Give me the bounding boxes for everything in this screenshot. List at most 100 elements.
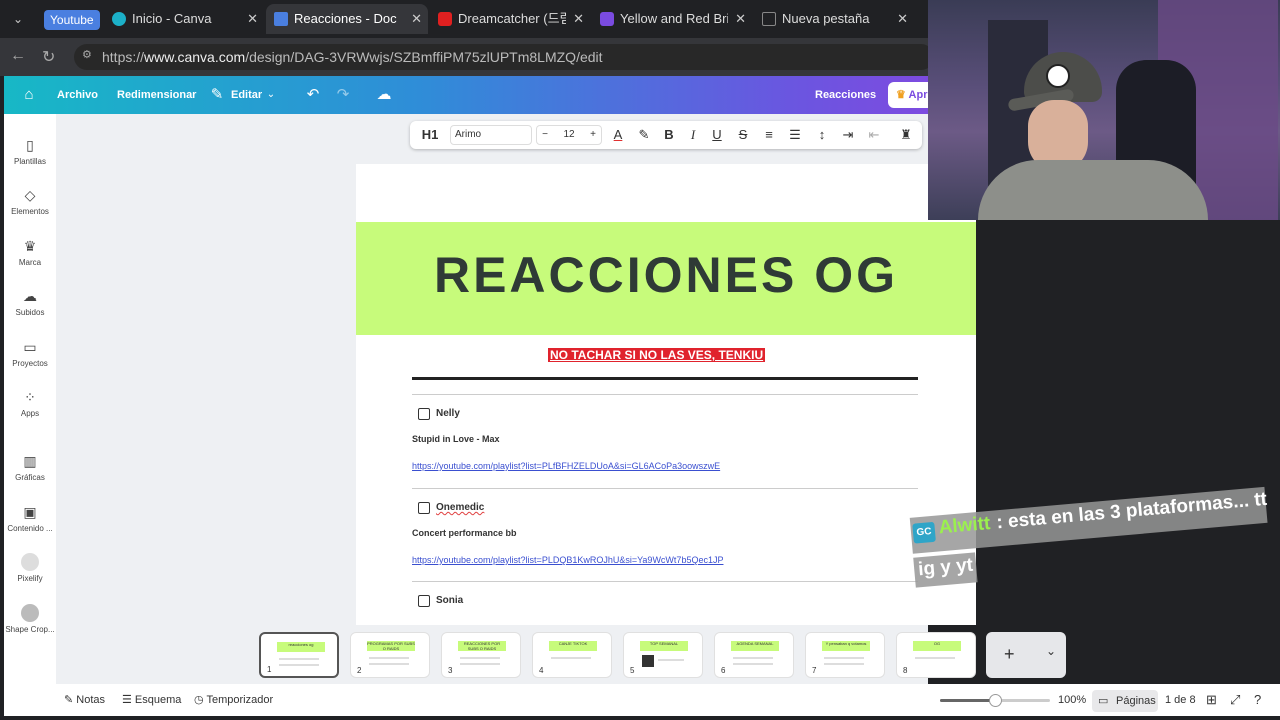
page-count: 1 de 8 <box>1165 694 1196 706</box>
sidebar-item-subidos[interactable]: ☁ Subidos <box>4 275 56 323</box>
font-size-value[interactable]: 12 <box>563 129 574 140</box>
webcam-overlay <box>928 0 1280 220</box>
page-thumb-8[interactable]: OG 8 <box>896 632 976 678</box>
close-tab-icon[interactable]: ✕ <box>735 4 746 34</box>
sidebar-item-marca[interactable]: ♛ Marca <box>4 225 56 273</box>
entry-name[interactable]: Onemedic <box>436 502 484 513</box>
tab-dreamcatcher[interactable]: Dreamcatcher (드림캐 ✕ <box>430 4 590 34</box>
apps-icon: ⁘ <box>24 389 36 405</box>
thumb-line <box>369 663 409 665</box>
pages-button[interactable]: ▭ Páginas <box>1092 690 1158 712</box>
checkbox[interactable] <box>418 595 430 607</box>
menu-redimensionar[interactable]: Redimensionar <box>117 76 196 114</box>
menu-archivo[interactable]: Archivo <box>57 76 98 114</box>
thumb-line <box>824 663 864 665</box>
page-thumb-4[interactable]: CANJE TIKTOK 4 <box>532 632 612 678</box>
divider <box>412 488 918 489</box>
text-color-icon[interactable]: A <box>608 121 628 149</box>
thumb-line <box>369 657 409 659</box>
page-thumb-2[interactable]: PROGRAMAS POR SUBS O RAIDS 2 <box>350 632 430 678</box>
close-tab-icon[interactable]: ✕ <box>247 4 258 34</box>
chevron-down-icon[interactable]: ⌄ <box>262 86 280 104</box>
tab-yellow-red[interactable]: Yellow and Red Bright ✕ <box>592 4 752 34</box>
sidebar-item-elementos[interactable]: ◇ Elementos <box>4 174 56 222</box>
home-icon[interactable]: ⌂ <box>20 86 38 104</box>
checkbox[interactable] <box>418 408 430 420</box>
site-info-icon[interactable]: ⚙ <box>82 48 94 64</box>
zoom-slider[interactable] <box>940 694 1050 707</box>
checkbox[interactable] <box>418 502 430 514</box>
thumb-line <box>460 657 500 659</box>
tab-search-icon[interactable]: ⌄ <box>6 8 30 30</box>
line-spacing-icon[interactable]: ↕ <box>812 121 832 149</box>
decrease-size-button[interactable]: − <box>537 126 553 144</box>
back-icon[interactable]: ← <box>10 47 26 65</box>
sidebar-item-apps[interactable]: ⁘ Apps <box>4 376 56 424</box>
sidebar-item-plantillas[interactable]: ▯ Plantillas <box>4 124 56 172</box>
add-page-button[interactable]: + ⌄ <box>986 632 1066 678</box>
canva-pro-button[interactable]: ♛ Apr <box>888 82 928 108</box>
entry-link[interactable]: https://youtube.com/playlist?list=PLDQB1… <box>412 555 723 565</box>
notes-button[interactable]: ✎ Notas <box>64 684 105 716</box>
divider <box>412 377 918 380</box>
close-tab-icon[interactable]: ✕ <box>411 4 422 34</box>
grid-view-icon[interactable]: ⊞ <box>1206 684 1217 716</box>
bullet-list-icon[interactable]: ☰ <box>786 121 804 149</box>
document-page[interactable]: REACCIONES OG NO TACHAR SI NO LAS VES, T… <box>356 164 976 625</box>
entry-name[interactable]: Nelly <box>436 408 460 419</box>
canva-header: ⌂ Archivo Redimensionar ✎ Editar ⌄ ↶ ↷ ☁… <box>4 76 928 114</box>
align-left-icon[interactable]: ≡ <box>760 121 778 149</box>
outline-button[interactable]: ☰ Esquema <box>122 684 181 716</box>
outdent-icon[interactable]: ⇤ <box>864 121 884 149</box>
sidebar-item-graficas[interactable]: ▥ Gráficas <box>4 440 56 488</box>
entry-song[interactable]: Stupid in Love - Max <box>412 434 500 444</box>
sidebar-item-contenido[interactable]: ▣ Contenido ... <box>4 491 56 539</box>
zoom-slider-handle[interactable] <box>989 694 1002 707</box>
document-name[interactable]: Reacciones <box>815 76 876 114</box>
fullscreen-icon[interactable]: ⤢ <box>1230 684 1240 716</box>
page-thumb-6[interactable]: AGENDA SEMANAL 6 <box>714 632 794 678</box>
increase-size-button[interactable]: + <box>585 126 601 144</box>
timer-button[interactable]: ◷ Temporizador <box>194 684 273 716</box>
heading-dropdown[interactable]: H1 <box>416 121 444 149</box>
entry-song[interactable]: Concert performance bb <box>412 528 517 538</box>
chevron-down-icon[interactable]: ⌄ <box>1046 644 1056 658</box>
sidebar-item-proyectos[interactable]: ▭ Proyectos <box>4 326 56 374</box>
highlight-icon[interactable]: ✎ <box>634 121 654 149</box>
menu-editar[interactable]: Editar <box>231 76 262 114</box>
bold-icon[interactable]: B <box>660 121 678 149</box>
page-thumb-1[interactable]: reacciones og 1 <box>259 632 339 678</box>
help-icon[interactable]: ? <box>1254 684 1261 716</box>
page-thumb-3[interactable]: REACCIONES POR SUBS O RAIDS 3 <box>441 632 521 678</box>
undo-icon[interactable]: ↶ <box>304 86 322 104</box>
close-tab-icon[interactable]: ✕ <box>573 4 584 34</box>
document-title[interactable]: REACCIONES OG <box>356 246 976 304</box>
thumb-line <box>915 657 955 659</box>
timer-icon: ◷ <box>194 694 207 706</box>
indent-icon[interactable]: ⇥ <box>838 121 858 149</box>
font-size-stepper[interactable]: −12 + <box>536 125 602 145</box>
entry-name[interactable]: Sonia <box>436 595 463 606</box>
tab-nueva-pestana[interactable]: Nueva pestaña ✕ <box>754 4 914 34</box>
italic-icon[interactable]: I <box>684 121 702 149</box>
zoom-value[interactable]: 100% <box>1058 684 1086 716</box>
close-tab-icon[interactable]: ✕ <box>897 4 908 34</box>
sidebar-item-shape-crop[interactable]: Shape Crop... <box>4 592 56 640</box>
warning-text[interactable]: NO TACHAR SI NO LAS VES, TENKIU <box>548 348 766 362</box>
reload-icon[interactable]: ↻ <box>42 47 55 67</box>
tab-group-youtube[interactable]: Youtube <box>44 10 100 30</box>
paint-format-icon[interactable]: ♜ <box>896 121 916 149</box>
tab-reacciones-doc[interactable]: Reacciones - Doc ✕ <box>266 4 428 34</box>
page-thumb-7[interactable]: Y pensaban q votamos 7 <box>805 632 885 678</box>
cloud-sync-icon[interactable]: ☁ <box>375 86 393 104</box>
page-thumb-5[interactable]: TOP SEMANAL 5 <box>623 632 703 678</box>
url-field[interactable]: https://www.canva.com/design/DAG-3VRWwjs… <box>74 44 934 70</box>
underline-icon[interactable]: U <box>708 121 726 149</box>
redo-icon[interactable]: ↷ <box>334 86 352 104</box>
font-family-select[interactable]: Arimo <box>450 125 532 145</box>
entry-link[interactable]: https://youtube.com/playlist?list=PLfBFH… <box>412 461 720 471</box>
tab-inicio-canva[interactable]: Inicio - Canva ✕ <box>104 4 264 34</box>
zoom-slider-fill <box>940 699 995 702</box>
sidebar-item-pixelify[interactable]: Pixelify <box>4 541 56 589</box>
strikethrough-icon[interactable]: S <box>734 121 752 149</box>
